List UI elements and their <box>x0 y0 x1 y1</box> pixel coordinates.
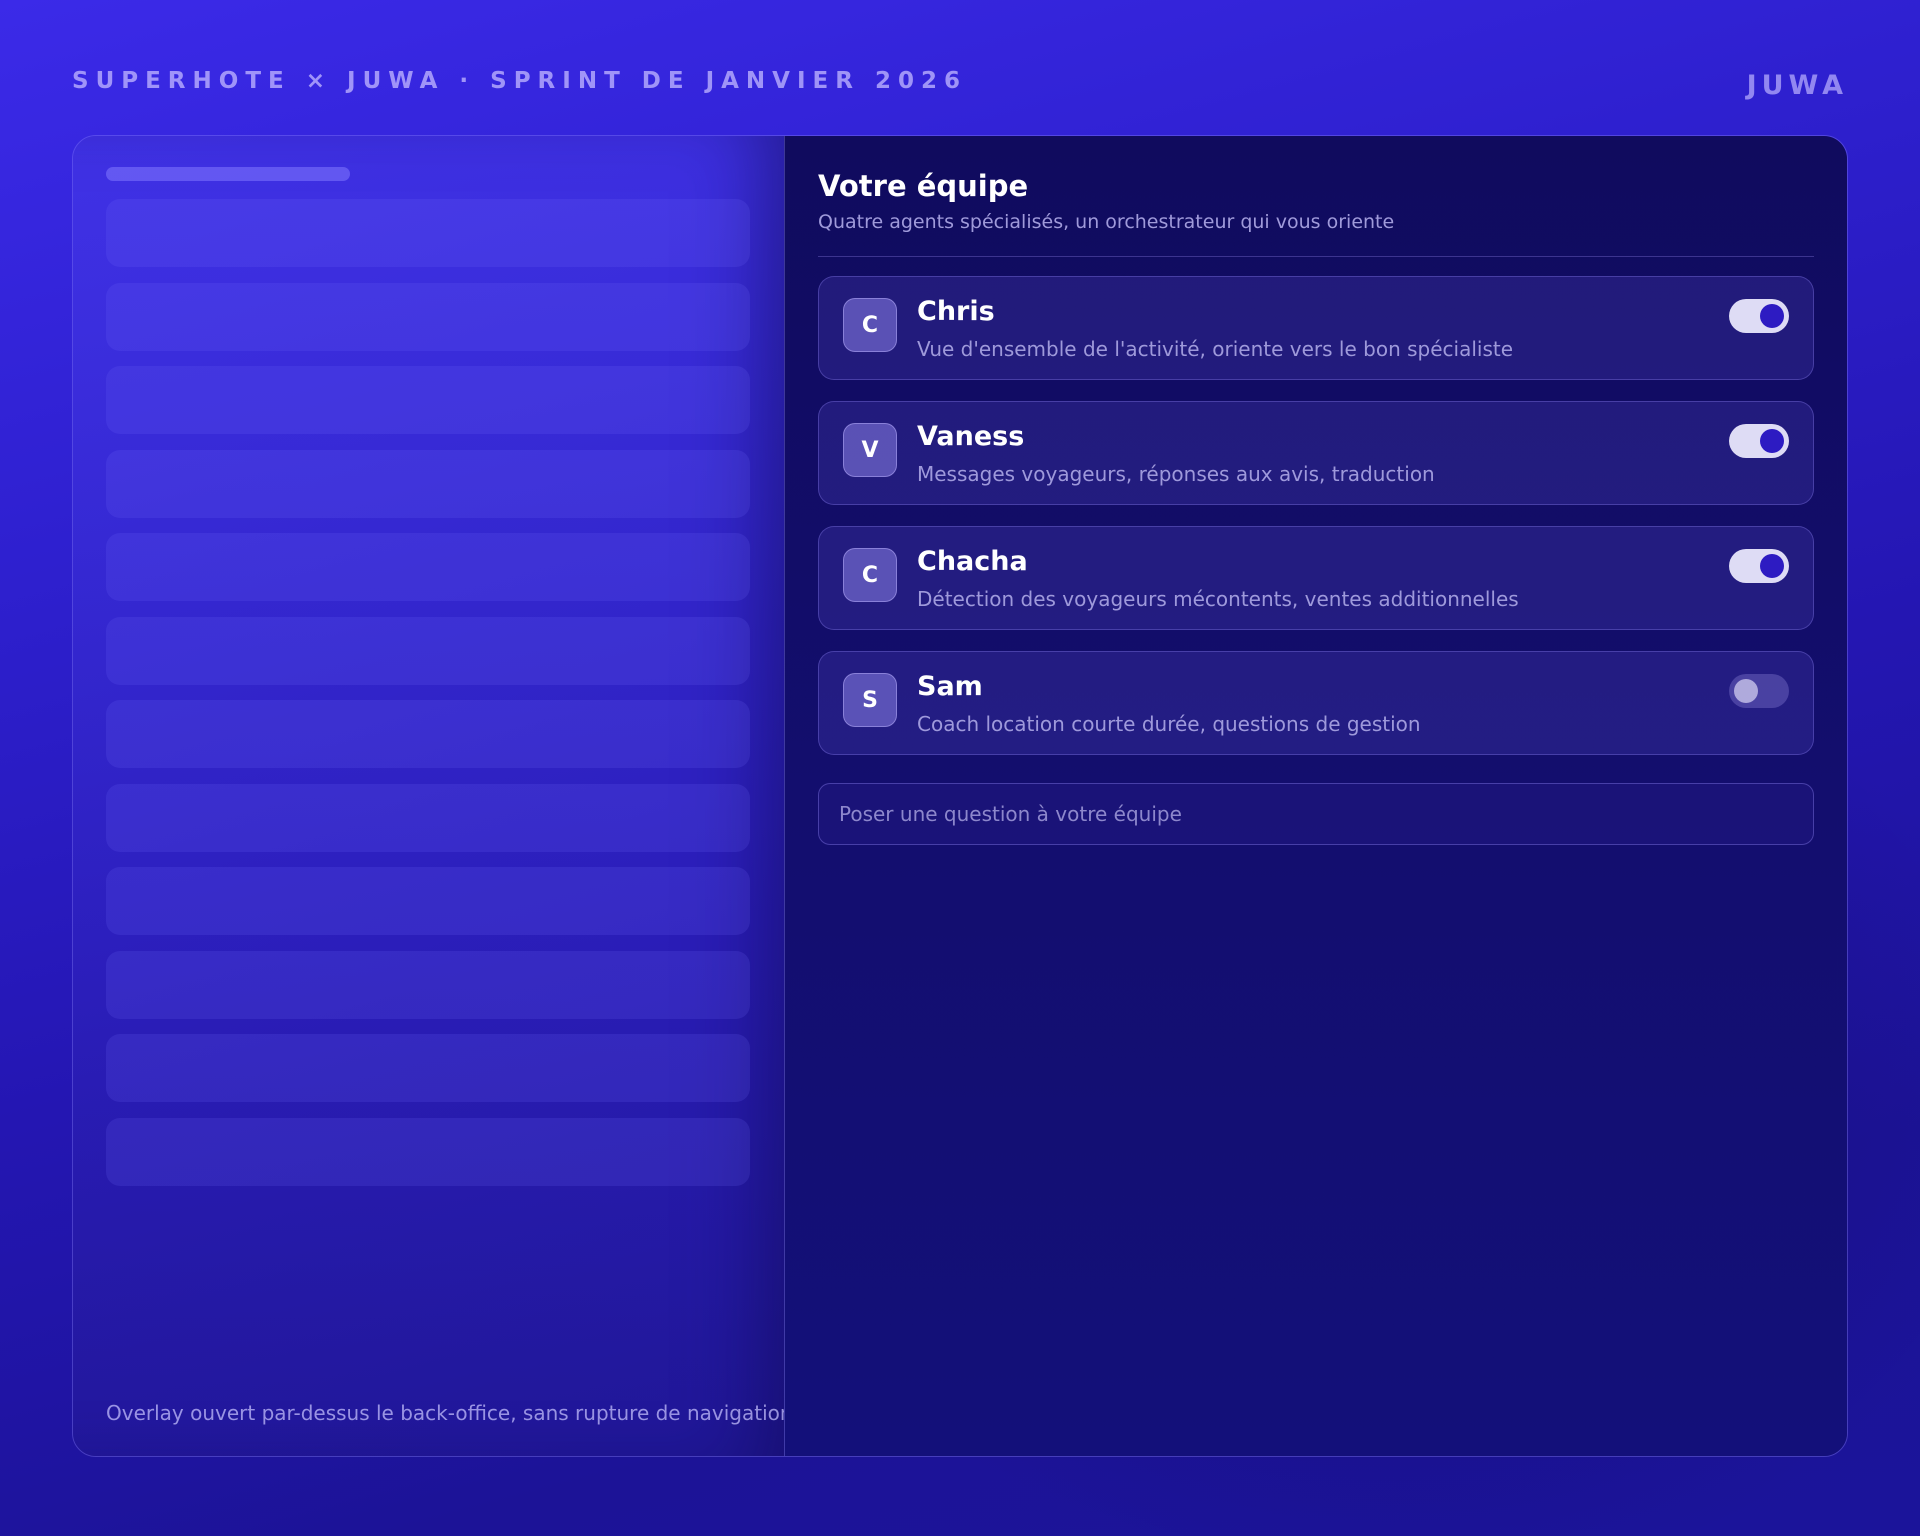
agent-name: Chacha <box>917 546 1028 577</box>
agent-toggle[interactable] <box>1729 674 1789 708</box>
agent-description: Détection des voyageurs mécontents, vent… <box>917 587 1519 611</box>
backoffice-skeleton-row <box>106 533 750 601</box>
avatar: C <box>843 548 897 602</box>
avatar: S <box>843 673 897 727</box>
agent-name: Sam <box>917 671 983 702</box>
panel-title: Votre équipe <box>818 169 1029 203</box>
agent-card-vaness[interactable]: V Vaness Messages voyageurs, réponses au… <box>818 401 1814 505</box>
backoffice-caption: Overlay ouvert par-dessus le back-office… <box>106 1401 793 1425</box>
backoffice-skeleton-header <box>106 167 350 181</box>
agent-card-sam[interactable]: S Sam Coach location courte durée, quest… <box>818 651 1814 755</box>
avatar: C <box>843 298 897 352</box>
avatar: V <box>843 423 897 477</box>
backoffice-skeleton-row <box>106 199 750 267</box>
toggle-knob <box>1734 679 1758 703</box>
team-panel: Votre équipe Quatre agents spécialisés, … <box>784 136 1847 1456</box>
backoffice-skeleton-row <box>106 283 750 351</box>
backoffice-skeleton-row <box>106 450 750 518</box>
backoffice-skeleton-row <box>106 1118 750 1186</box>
agent-card-chacha[interactable]: C Chacha Détection des voyageurs méconte… <box>818 526 1814 630</box>
page-title: SUPERHOTE × JUWA · SPRINT DE JANVIER 202… <box>72 68 967 94</box>
backoffice-skeleton-row <box>106 1034 750 1102</box>
backoffice-skeleton-row <box>106 784 750 852</box>
agent-toggle[interactable] <box>1729 549 1789 583</box>
toggle-knob <box>1760 429 1784 453</box>
ask-field[interactable] <box>818 783 1814 845</box>
toggle-knob <box>1760 554 1784 578</box>
brand-logo: JUWA <box>1746 70 1848 101</box>
backoffice-placeholder: Overlay ouvert par-dessus le back-office… <box>73 136 793 1456</box>
app-frame: Overlay ouvert par-dessus le back-office… <box>72 135 1848 1457</box>
toggle-knob <box>1760 304 1784 328</box>
panel-subtitle: Quatre agents spécialisés, un orchestrat… <box>818 211 1395 233</box>
backoffice-skeleton-row <box>106 951 750 1019</box>
agent-toggle[interactable] <box>1729 424 1789 458</box>
ask-input[interactable] <box>819 784 1813 844</box>
agent-toggle[interactable] <box>1729 299 1789 333</box>
backoffice-skeleton-row <box>106 366 750 434</box>
agent-name: Chris <box>917 296 995 327</box>
agent-description: Messages voyageurs, réponses aux avis, t… <box>917 462 1435 486</box>
backoffice-skeleton-row <box>106 700 750 768</box>
agent-name: Vaness <box>917 421 1025 452</box>
backoffice-skeleton-row <box>106 867 750 935</box>
divider <box>818 256 1814 257</box>
agent-card-chris[interactable]: C Chris Vue d'ensemble de l'activité, or… <box>818 276 1814 380</box>
agent-description: Vue d'ensemble de l'activité, oriente ve… <box>917 337 1514 361</box>
agent-description: Coach location courte durée, questions d… <box>917 712 1421 736</box>
backoffice-skeleton-row <box>106 617 750 685</box>
